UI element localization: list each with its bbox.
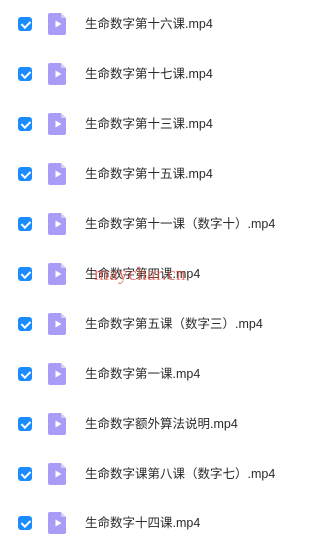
checkbox-checked[interactable]: [18, 317, 32, 331]
video-file-icon: [48, 113, 68, 135]
file-row[interactable]: 生命数字第十六课.mp4: [0, 4, 324, 44]
file-row[interactable]: 生命数字第一课.mp4: [0, 354, 324, 394]
file-row[interactable]: 生命数字第四课.mp4: [0, 254, 324, 294]
checkbox-checked[interactable]: [18, 467, 32, 481]
checkbox-checked[interactable]: [18, 516, 32, 530]
file-name[interactable]: 生命数字第十六课.mp4: [85, 16, 213, 32]
file-name[interactable]: 生命数字额外算法说明.mp4: [85, 416, 238, 432]
file-row[interactable]: 生命数字第十一课（数字十）.mp4: [0, 204, 324, 244]
file-row[interactable]: 生命数字第十七课.mp4: [0, 54, 324, 94]
checkbox-checked[interactable]: [18, 17, 32, 31]
video-file-icon: [48, 63, 68, 85]
checkbox-checked[interactable]: [18, 117, 32, 131]
file-row[interactable]: 生命数字额外算法说明.mp4: [0, 404, 324, 444]
video-file-icon: [48, 213, 68, 235]
video-file-icon: [48, 163, 68, 185]
file-list: 生命数字第十六课.mp4 生命数字第十七课.mp4 生命数字第十三课.mp4 生…: [0, 0, 324, 546]
file-row[interactable]: 生命数字第十五课.mp4: [0, 154, 324, 194]
file-name[interactable]: 生命数字十四课.mp4: [85, 515, 200, 531]
file-name[interactable]: 生命数字课第八课（数字七）.mp4: [85, 466, 275, 482]
checkbox-checked[interactable]: [18, 367, 32, 381]
video-file-icon: [48, 263, 68, 285]
file-name[interactable]: 生命数字第十七课.mp4: [85, 66, 213, 82]
video-file-icon: [48, 313, 68, 335]
file-name[interactable]: 生命数字第一课.mp4: [85, 366, 200, 382]
file-name[interactable]: 生命数字第四课.mp4: [85, 266, 200, 282]
video-file-icon: [48, 413, 68, 435]
checkbox-checked[interactable]: [18, 167, 32, 181]
video-file-icon: [48, 463, 68, 485]
checkbox-checked[interactable]: [18, 67, 32, 81]
file-row[interactable]: 生命数字十四课.mp4: [0, 503, 324, 543]
file-name[interactable]: 生命数字第十五课.mp4: [85, 166, 213, 182]
video-file-icon: [48, 363, 68, 385]
file-row[interactable]: 生命数字课第八课（数字七）.mp4: [0, 454, 324, 494]
checkbox-checked[interactable]: [18, 217, 32, 231]
file-row[interactable]: 生命数字第十三课.mp4: [0, 104, 324, 144]
file-name[interactable]: 生命数字第五课（数字三）.mp4: [85, 316, 263, 332]
checkbox-checked[interactable]: [18, 417, 32, 431]
file-name[interactable]: 生命数字第十三课.mp4: [85, 116, 213, 132]
file-name[interactable]: 生命数字第十一课（数字十）.mp4: [85, 216, 275, 232]
checkbox-checked[interactable]: [18, 267, 32, 281]
video-file-icon: [48, 512, 68, 534]
video-file-icon: [48, 13, 68, 35]
file-row[interactable]: 生命数字第五课（数字三）.mp4: [0, 304, 324, 344]
